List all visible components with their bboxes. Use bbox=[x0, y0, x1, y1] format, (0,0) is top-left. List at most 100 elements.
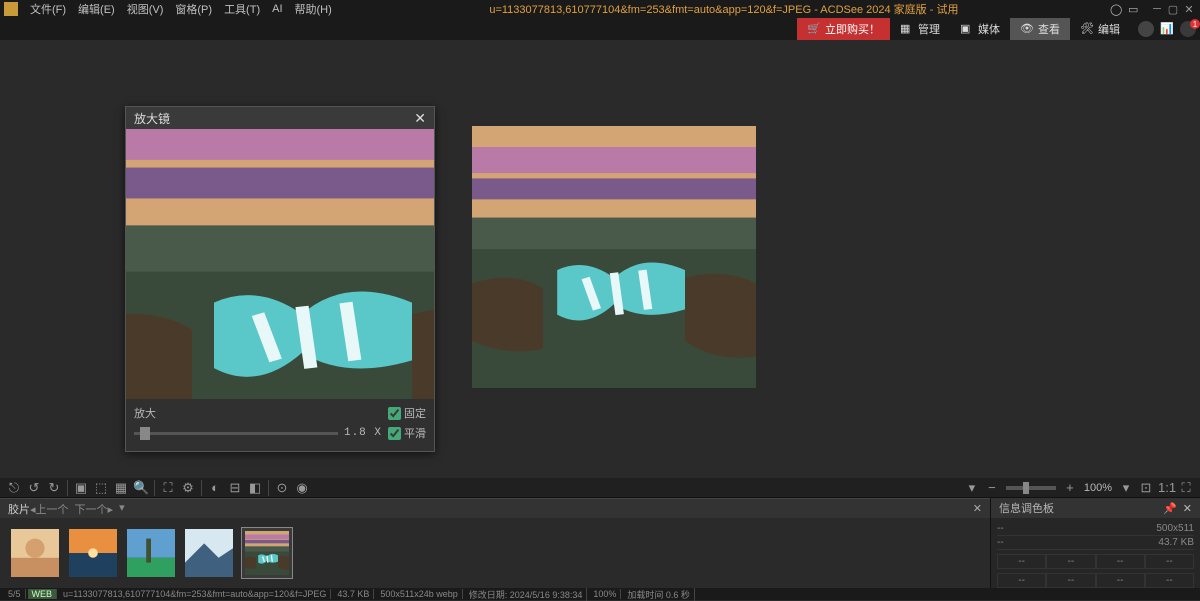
actual-size-icon[interactable]: ▣ bbox=[73, 480, 89, 496]
notification-icon[interactable] bbox=[1180, 21, 1196, 37]
thumbnail[interactable] bbox=[184, 528, 234, 578]
info-palette-header: 信息调色板 📌 ✕ bbox=[990, 498, 1200, 518]
next-button[interactable]: 下一个▸ bbox=[75, 501, 114, 517]
thumbnail[interactable] bbox=[126, 528, 176, 578]
zoom-value: 1.8 X bbox=[344, 427, 382, 439]
user-icon[interactable]: ◯ bbox=[1110, 3, 1124, 15]
minimize-icon[interactable]: ─ bbox=[1150, 3, 1164, 15]
external-edit-icon[interactable]: ⎋ bbox=[6, 480, 22, 496]
mode-toolbar: 🛒立即购买！ ▦管理 ▣媒体 👁查看 🛠编辑 📊 bbox=[0, 18, 1200, 40]
info-cell: -- bbox=[997, 573, 1046, 588]
onetoone-icon[interactable]: 1:1 bbox=[1158, 480, 1174, 496]
menu-view[interactable]: 视图(V) bbox=[121, 1, 170, 17]
status-modified: 修改日期: 2024/5/16 9:38:34 bbox=[465, 588, 588, 601]
menubar: 文件(F) 编辑(E) 视图(V) 窗格(P) 工具(T) AI 帮助(H) u… bbox=[0, 0, 1200, 18]
menu-pane[interactable]: 窗格(P) bbox=[169, 1, 218, 17]
maximize-icon[interactable]: ▢ bbox=[1166, 3, 1180, 15]
status-filename: u=1133077813,610777104&fm=253&fmt=auto&a… bbox=[59, 589, 331, 599]
zoom-dropdown-icon[interactable]: ▾ bbox=[1118, 480, 1134, 496]
mode-view[interactable]: 👁查看 bbox=[1010, 18, 1070, 40]
fullscreen-icon[interactable]: ⛶ bbox=[1178, 480, 1194, 496]
prev-button[interactable]: ◂上一个 bbox=[30, 501, 69, 517]
zoom-in-icon[interactable]: + bbox=[1062, 480, 1078, 496]
info-dash: -- bbox=[997, 537, 1004, 548]
dropdown-icon[interactable]: ▾ bbox=[964, 480, 980, 496]
info-cell: -- bbox=[1145, 573, 1194, 588]
people-icon[interactable] bbox=[1138, 21, 1154, 37]
exposure-icon[interactable]: ◐ bbox=[207, 480, 223, 496]
magnifier-close-icon[interactable]: ✕ bbox=[414, 110, 426, 127]
filmstrip bbox=[0, 518, 990, 588]
info-close-icon[interactable]: ✕ bbox=[1183, 502, 1192, 515]
info-cell: -- bbox=[1096, 573, 1145, 588]
info-palette: --500x511 --43.7 KB -- -- -- -- -- -- --… bbox=[990, 518, 1200, 588]
adjust-icon[interactable]: ⊟ bbox=[227, 480, 243, 496]
menu-edit[interactable]: 编辑(E) bbox=[72, 1, 121, 17]
cart-icon: 🛒 bbox=[807, 22, 821, 36]
rotate-left-icon[interactable]: ↺ bbox=[26, 480, 42, 496]
info-palette-title: 信息调色板 bbox=[999, 500, 1054, 516]
select-icon[interactable]: ⬚ bbox=[93, 480, 109, 496]
menu-help[interactable]: 帮助(H) bbox=[289, 1, 338, 17]
rotate-right-icon[interactable]: ↻ bbox=[46, 480, 62, 496]
filmstrip-dropdown-icon[interactable]: ▾ bbox=[119, 501, 125, 517]
zoom-scrubber[interactable] bbox=[1006, 486, 1056, 490]
mode-media[interactable]: ▣媒体 bbox=[950, 18, 1010, 40]
histogram-icon[interactable]: 📊 bbox=[1160, 22, 1174, 36]
info-cell: -- bbox=[1046, 573, 1095, 588]
magnifier-titlebar[interactable]: 放大镜 ✕ bbox=[126, 107, 434, 129]
menu-file[interactable]: 文件(F) bbox=[24, 1, 72, 17]
titlebar-extra: ◯ ▭ bbox=[1110, 3, 1142, 15]
view-toolbar: ⎋ ↺ ↻ ▣ ⬚ ▦ 🔍 ⛶ ⚙ ◐ ⊟ ◧ ⊙ ◉ ▾ − + 100% ▾… bbox=[0, 478, 1200, 498]
histogram-tool-icon[interactable]: ◧ bbox=[247, 480, 263, 496]
status-zoom: 100% bbox=[589, 589, 621, 599]
thumbnail-selected[interactable] bbox=[242, 528, 292, 578]
mode-manage[interactable]: ▦管理 bbox=[890, 18, 950, 40]
status-size: 43.7 KB bbox=[333, 589, 374, 599]
magnifier-panel[interactable]: 放大镜 ✕ 放大 固定 1.8 X 平滑 bbox=[125, 106, 435, 452]
info-cell: -- bbox=[1046, 554, 1095, 569]
play-icon[interactable]: ⊙ bbox=[274, 480, 290, 496]
window-title: u=1133077813,610777104&fm=253&fmt=auto&a… bbox=[338, 1, 1110, 17]
thumbnail[interactable] bbox=[10, 528, 60, 578]
filmstrip-label: 胶片 bbox=[8, 501, 30, 517]
gear-icon[interactable]: ⚙ bbox=[180, 480, 196, 496]
status-index: 5/5 bbox=[4, 589, 26, 599]
status-dims: 500x511x24b webp bbox=[376, 589, 462, 599]
menu-ai[interactable]: AI bbox=[266, 3, 288, 15]
zoom-tool-icon[interactable]: 🔍 bbox=[133, 480, 149, 496]
smooth-checkbox[interactable]: 平滑 bbox=[388, 425, 426, 441]
media-icon: ▣ bbox=[960, 22, 974, 36]
menu-tool[interactable]: 工具(T) bbox=[218, 1, 266, 17]
layout-icon[interactable]: ▭ bbox=[1128, 3, 1142, 15]
fixed-checkbox[interactable]: 固定 bbox=[388, 405, 426, 421]
expand-icon[interactable]: ⛶ bbox=[160, 480, 176, 496]
magnifier-preview bbox=[126, 129, 434, 399]
eye-icon: 👁 bbox=[1020, 22, 1034, 36]
zoom-slider[interactable] bbox=[134, 432, 338, 435]
info-cell: -- bbox=[1096, 554, 1145, 569]
fit-icon[interactable]: ⊡ bbox=[1138, 480, 1154, 496]
info-cell: -- bbox=[997, 554, 1046, 569]
zoom-out-icon[interactable]: − bbox=[984, 480, 1000, 496]
marquee-icon[interactable]: ▦ bbox=[113, 480, 129, 496]
info-cell: -- bbox=[1145, 554, 1194, 569]
mode-edit[interactable]: 🛠编辑 bbox=[1070, 18, 1130, 40]
record-icon[interactable]: ◉ bbox=[294, 480, 310, 496]
magnifier-title: 放大镜 bbox=[134, 110, 170, 127]
info-dims: 500x511 bbox=[1156, 523, 1194, 534]
pin-icon[interactable]: 📌 bbox=[1163, 502, 1177, 515]
main-canvas: 放大镜 ✕ 放大 固定 1.8 X 平滑 bbox=[0, 40, 1200, 478]
status-loadtime: 加载时间 0.6 秒 bbox=[623, 588, 695, 601]
buy-now-button[interactable]: 🛒立即购买！ bbox=[797, 18, 890, 40]
main-image[interactable] bbox=[472, 126, 756, 388]
status-web-badge: WEB bbox=[28, 589, 58, 599]
filmstrip-header: 胶片 ◂上一个 下一个▸ ▾ ✕ bbox=[0, 498, 990, 518]
close-icon[interactable]: ✕ bbox=[1182, 3, 1196, 15]
thumbnail[interactable] bbox=[68, 528, 118, 578]
zoom-label: 放大 bbox=[134, 405, 156, 421]
filmstrip-close-icon[interactable]: ✕ bbox=[973, 502, 982, 515]
status-bar: 5/5 WEB u=1133077813,610777104&fm=253&fm… bbox=[0, 588, 1200, 600]
app-logo-icon bbox=[4, 2, 18, 16]
info-dash: -- bbox=[997, 523, 1004, 534]
